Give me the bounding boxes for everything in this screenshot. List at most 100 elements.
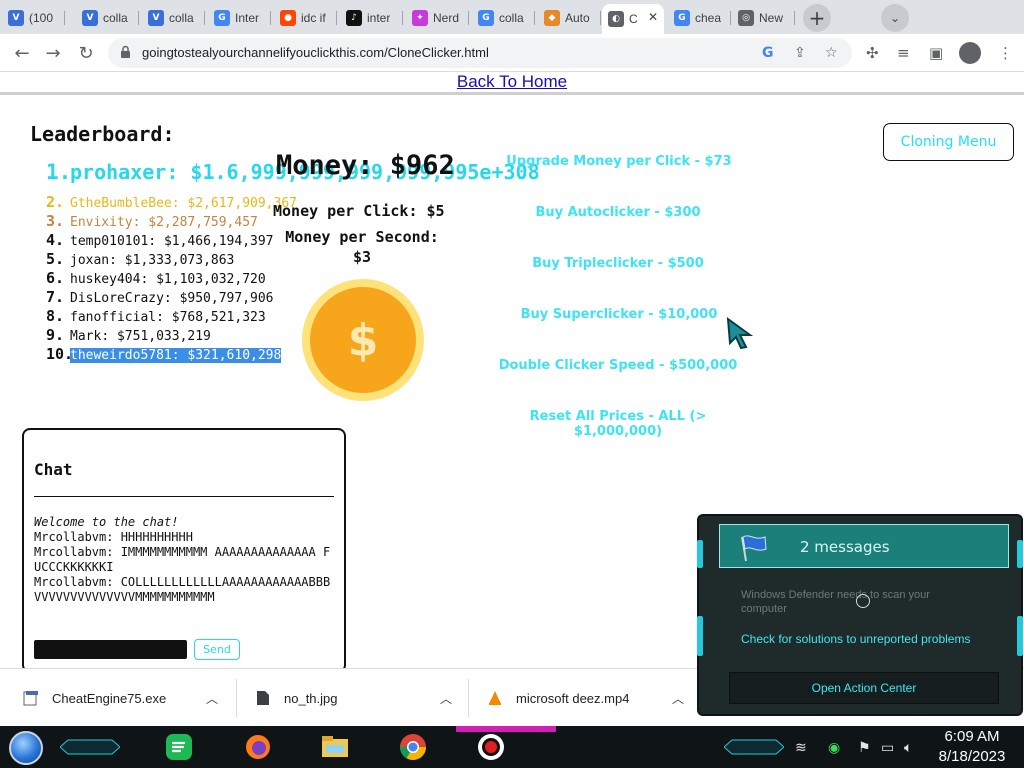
clicker-coin-button[interactable]: $	[302, 279, 424, 401]
leaderboard-money: $768,521,323	[171, 310, 266, 325]
vl-icon: V	[82, 10, 98, 26]
browser-tab[interactable]: Gcolla	[472, 4, 535, 32]
leaderboard-row: 9. Mark: $751,033,219	[46, 326, 211, 344]
leaderboard-rank: 4.	[46, 231, 65, 249]
exe-icon	[22, 689, 40, 707]
clock-icon	[856, 594, 870, 608]
download-item-1[interactable]: no_th.jpg	[254, 669, 338, 727]
action-center-flag-icon[interactable]: ⚑	[858, 740, 871, 756]
leaderboard-name: Mark	[70, 329, 102, 344]
messages-count: 2 messages	[800, 538, 890, 556]
media-control-icon[interactable]: ≡	[897, 44, 910, 62]
leaderboard-money: $1,333,073,863	[124, 253, 235, 268]
page-divider	[0, 92, 1024, 95]
back-arrow-icon[interactable]: ←	[9, 40, 35, 66]
shop-item-button[interactable]: Buy Superclicker - $10,000	[510, 307, 728, 322]
dollar-coin-icon: $	[310, 287, 416, 393]
record-app-icon[interactable]	[476, 732, 506, 762]
leaderboard-entry: huskey404: $1,103,032,720	[70, 272, 266, 287]
popup-edge-decoration	[697, 540, 703, 568]
chevron-up-icon[interactable]: ︿	[206, 690, 218, 707]
leaderboard-name: fanofficial	[70, 310, 157, 325]
shop-item-button[interactable]: Reset All Prices - ALL (> $1,000,000)	[515, 409, 721, 439]
bookmark-star-icon[interactable]: ☆	[825, 45, 838, 61]
kebab-menu-icon[interactable]: ⋮	[998, 44, 1013, 62]
shop-item-button[interactable]: Buy Autoclicker - $300	[520, 205, 716, 220]
browser-tab[interactable]: ✦ Nerd	[406, 4, 469, 32]
browser-tab[interactable]: ◆ Auto	[538, 4, 601, 32]
cloning-menu-button[interactable]: Cloning Menu	[883, 123, 1014, 161]
chat-divider	[34, 496, 334, 497]
spotify-app-icon[interactable]	[164, 732, 194, 762]
clock-time[interactable]: 6:09 AM	[940, 728, 1004, 745]
share-icon[interactable]: ⇪	[794, 45, 806, 61]
firefox-app-icon[interactable]	[243, 732, 273, 762]
new-tab-button[interactable]: +	[803, 4, 831, 32]
chevron-up-icon[interactable]: ︿	[440, 690, 452, 707]
back-to-home-link[interactable]: Back To Home	[0, 72, 1024, 92]
google-lens-icon[interactable]: G	[762, 45, 774, 61]
leaderboard-entry: DisLoreCrazy: $950,797,906	[70, 291, 274, 306]
taskbar-decoration	[724, 739, 784, 755]
leaderboard-entry: Envixity: $2,287,759,457	[70, 215, 258, 230]
leaderboard-entry: GtheBumbleBee: $2,617,909,367	[70, 196, 297, 211]
browser-tab[interactable]: G Inter	[208, 4, 271, 32]
leaderboard-entry: Mark: $751,033,219	[70, 329, 211, 344]
tab-search-button[interactable]: ⌄	[881, 4, 909, 32]
browser-tab[interactable]: ● idc if	[274, 4, 337, 32]
browser-tab[interactable]: ◎ New	[732, 4, 795, 32]
tab-title: colla	[499, 11, 524, 25]
chat-send-button[interactable]: Send	[194, 639, 240, 660]
messages-header[interactable]: 2 messages	[719, 524, 1009, 568]
leaderboard-entry: temp010101: $1,466,194,397	[70, 234, 274, 249]
browser-tab[interactable]: V (100	[2, 4, 65, 32]
clock-date[interactable]: 8/18/2023	[934, 748, 1010, 765]
chrome-app-icon[interactable]	[398, 732, 428, 762]
browser-tab[interactable]: ◐ C ✕	[602, 4, 664, 34]
extensions-puzzle-icon[interactable]: ✣	[866, 44, 879, 62]
chat-message: Mrcollabvm: HHHHHHHHHH	[34, 530, 193, 544]
start-button[interactable]	[9, 731, 43, 765]
volume-icon[interactable]: 🔈︎	[904, 740, 912, 756]
tab-title: idc if	[301, 11, 326, 25]
file-explorer-icon[interactable]	[320, 732, 350, 762]
download-item-2[interactable]: microsoft deez.mp4	[486, 669, 629, 727]
chevron-up-icon[interactable]: ︿	[672, 690, 684, 707]
forward-arrow-icon[interactable]: →	[40, 40, 66, 66]
leaderboard-entry: theweirdo5781: $321,610,298	[70, 348, 282, 363]
browser-tab[interactable]: ♪ inter	[340, 4, 403, 32]
address-bar[interactable]: goingtostealyourchannelifyouclickthis.co…	[108, 38, 852, 68]
popup-edge-decoration	[1017, 540, 1023, 568]
leaderboard-rank: 7.	[46, 288, 65, 306]
leaderboard-money: $2,287,759,457	[148, 215, 258, 230]
money-counter: Money: $962	[276, 150, 455, 181]
globe-icon: ◐	[608, 11, 624, 27]
network-icon[interactable]: ▭	[881, 740, 894, 756]
side-panel-icon[interactable]: ▣	[929, 44, 943, 62]
vl-icon: V	[148, 10, 164, 26]
close-tab-icon[interactable]: ✕	[648, 10, 658, 24]
leaderboard-rank: 1.	[46, 160, 72, 184]
mouse-cursor-icon	[726, 317, 754, 349]
profile-avatar-icon[interactable]	[959, 42, 981, 64]
leaderboard-name: theweirdo5781	[70, 348, 172, 363]
browser-tab[interactable]: Vcolla	[142, 4, 205, 32]
chat-input[interactable]	[34, 640, 187, 659]
reload-icon[interactable]: ↻	[73, 40, 99, 66]
open-action-center-button[interactable]: Open Action Center	[729, 672, 999, 704]
download-filename: no_th.jpg	[284, 690, 338, 706]
leaderboard-money: $751,033,219	[116, 329, 211, 344]
browser-tab[interactable]: Vcolla	[76, 4, 139, 32]
leaderboard-row: 10.theweirdo5781: $321,610,298	[46, 345, 282, 363]
shop-item-button[interactable]: Buy Tripleclicker - $500	[520, 256, 716, 271]
tab-title: C	[629, 12, 638, 26]
check-solutions-link[interactable]: Check for solutions to unreported proble…	[741, 632, 970, 646]
download-filename: CheatEngine75.exe	[52, 690, 167, 706]
download-item-0[interactable]: CheatEngine75.exe	[22, 669, 166, 727]
browser-tab[interactable]: Gchea	[668, 4, 731, 32]
shop-item-button[interactable]: Double Clicker Speed - $500,000	[488, 358, 748, 373]
tray-overflow-icon[interactable]: ≋	[795, 740, 807, 756]
tab-title: Inter	[235, 11, 260, 25]
shop-item-button[interactable]: Upgrade Money per Click - $73	[505, 154, 733, 169]
tray-status-icon[interactable]: ◉	[828, 740, 840, 756]
